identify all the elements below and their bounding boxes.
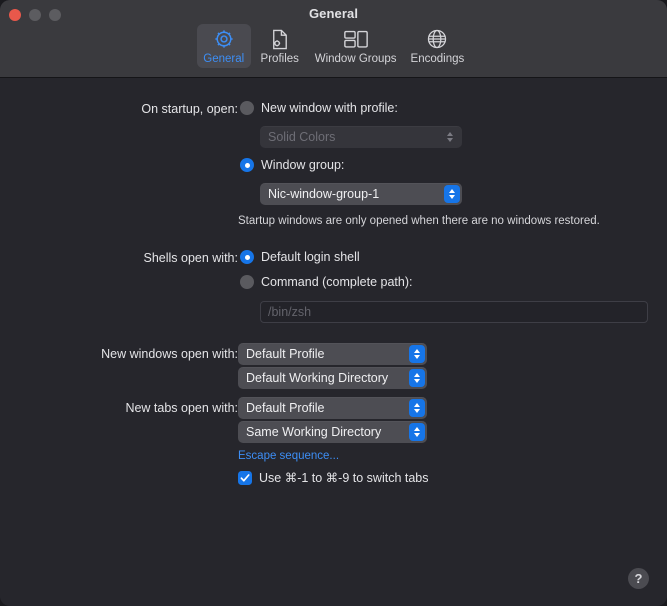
tab-profiles-label: Profiles <box>260 53 299 65</box>
startup-profile-value: Solid Colors <box>268 130 336 144</box>
new-windows-label: New windows open with: <box>101 347 238 361</box>
radio-command-label: Command (complete path): <box>261 275 413 289</box>
tab-profiles[interactable]: Profiles <box>253 24 307 68</box>
new-tabs-profile-select[interactable]: Default Profile <box>238 397 427 419</box>
switch-tabs-checkbox-label: Use ⌘-1 to ⌘-9 to switch tabs <box>259 471 429 485</box>
radio-default-shell-indicator <box>240 250 254 264</box>
window-groups-icon <box>343 27 369 51</box>
new-tabs-profile-value: Default Profile <box>246 401 325 415</box>
preferences-window: General General Profiles Window Groups E… <box>0 0 667 606</box>
shells-label: Shells open with: <box>143 251 238 265</box>
escape-sequence-link[interactable]: Escape sequence... <box>238 450 339 462</box>
window-title: General <box>308 6 359 21</box>
document-icon <box>269 27 290 51</box>
tab-general-label: General <box>203 53 245 65</box>
shell-command-input[interactable]: /bin/zsh <box>260 301 648 323</box>
radio-new-window-label: New window with profile: <box>261 101 398 115</box>
radio-command-path[interactable]: Command (complete path): <box>240 275 412 289</box>
toolbar-tabs: General Profiles Window Groups Encodings <box>0 24 667 68</box>
new-windows-profile-select[interactable]: Default Profile <box>238 343 427 365</box>
tab-general[interactable]: General <box>196 24 251 68</box>
chevron-updown-icon <box>409 423 425 441</box>
startup-profile-select[interactable]: Solid Colors <box>260 126 462 148</box>
chevron-updown-icon <box>442 128 458 146</box>
new-windows-directory-value: Default Working Directory <box>246 371 389 385</box>
globe-icon <box>426 27 448 51</box>
radio-new-window-with-profile[interactable]: New window with profile: <box>240 101 398 115</box>
tab-window-groups-label: Window Groups <box>314 53 397 65</box>
tab-encodings-label: Encodings <box>410 53 465 65</box>
window-group-select[interactable]: Nic-window-group-1 <box>260 183 462 205</box>
chevron-updown-icon <box>409 399 425 417</box>
startup-hint: Startup windows are only opened when the… <box>238 215 600 227</box>
switch-tabs-checkbox-row[interactable]: Use ⌘-1 to ⌘-9 to switch tabs <box>238 470 429 485</box>
switch-tabs-checkbox[interactable] <box>238 470 252 485</box>
radio-window-group[interactable]: Window group: <box>240 158 344 172</box>
new-tabs-directory-value: Same Working Directory <box>246 425 382 439</box>
new-windows-directory-select[interactable]: Default Working Directory <box>238 367 427 389</box>
help-button[interactable]: ? <box>628 568 649 589</box>
shell-command-placeholder: /bin/zsh <box>268 305 312 319</box>
radio-command-indicator <box>240 275 254 289</box>
chevron-updown-icon <box>409 345 425 363</box>
preferences-content: On startup, open: New window with profil… <box>0 78 667 605</box>
new-tabs-directory-select[interactable]: Same Working Directory <box>238 421 427 443</box>
radio-window-group-label: Window group: <box>261 158 345 172</box>
radio-default-login-shell[interactable]: Default login shell <box>240 250 360 264</box>
new-tabs-label: New tabs open with: <box>125 401 238 415</box>
startup-label: On startup, open: <box>141 102 238 116</box>
tab-encodings[interactable]: Encodings <box>405 24 471 68</box>
radio-default-shell-label: Default login shell <box>261 250 360 264</box>
gear-icon <box>213 27 235 51</box>
window-group-value: Nic-window-group-1 <box>268 187 380 201</box>
window-toolbar: General General Profiles Window Groups E… <box>0 0 667 78</box>
tab-window-groups[interactable]: Window Groups <box>309 24 403 68</box>
radio-window-group-indicator <box>240 158 254 172</box>
new-windows-profile-value: Default Profile <box>246 347 325 361</box>
radio-new-window-indicator <box>240 101 254 115</box>
chevron-updown-icon <box>409 369 425 387</box>
chevron-updown-icon <box>444 185 460 203</box>
